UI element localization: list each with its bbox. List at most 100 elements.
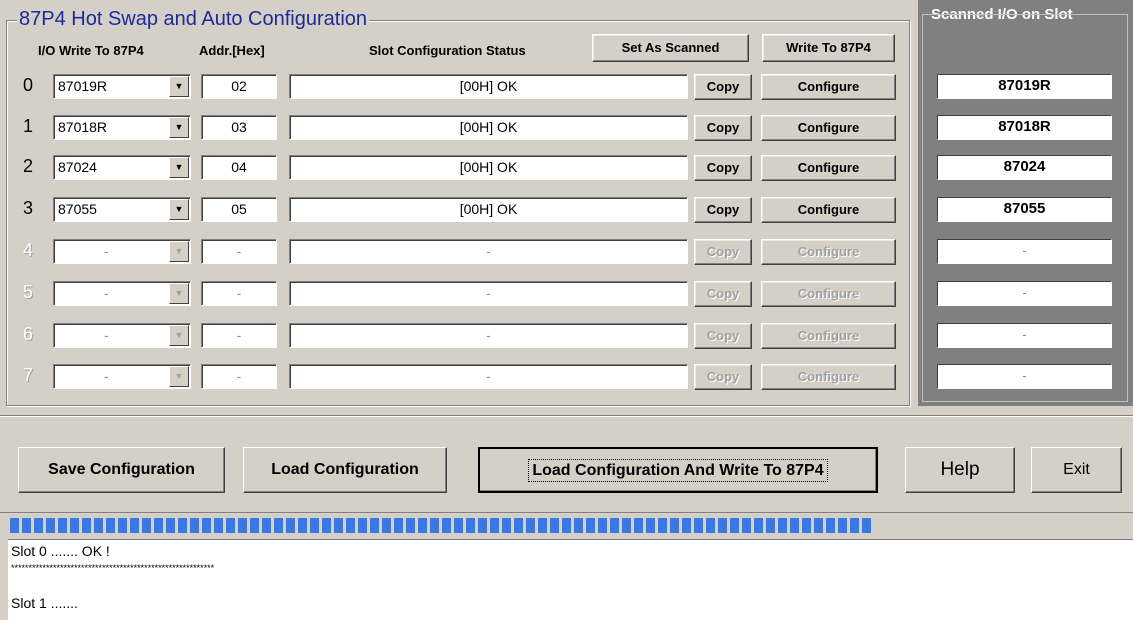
progress-block	[274, 518, 283, 533]
address-field[interactable]: 05	[201, 197, 277, 222]
progress-block	[598, 518, 607, 533]
copy-button[interactable]: Copy	[694, 239, 752, 265]
chevron-down-icon[interactable]: ▼	[169, 283, 189, 304]
chevron-down-icon[interactable]: ▼	[169, 117, 189, 138]
configure-button[interactable]: Configure	[761, 323, 896, 349]
progress-block	[94, 518, 103, 533]
configure-button[interactable]: Configure	[761, 115, 896, 141]
progress-block	[142, 518, 151, 533]
module-select[interactable]: - ▼	[53, 364, 191, 389]
module-select[interactable]: 87055 ▼	[53, 197, 191, 222]
slot-number: 7	[23, 365, 34, 385]
save-configuration-button[interactable]: Save Configuration	[18, 447, 225, 493]
progress-block	[610, 518, 619, 533]
module-select-value: -	[104, 327, 109, 343]
address-field[interactable]: -	[201, 239, 277, 264]
module-select[interactable]: 87024 ▼	[53, 155, 191, 180]
module-select-value: 87019R	[58, 78, 108, 94]
exit-button[interactable]: Exit	[1031, 447, 1122, 493]
progress-block	[514, 518, 523, 533]
address-field[interactable]: 02	[201, 74, 277, 99]
module-select[interactable]: - ▼	[53, 281, 191, 306]
slot-number: 4	[23, 240, 34, 260]
progress-block	[754, 518, 763, 533]
chevron-down-icon[interactable]: ▼	[169, 325, 189, 346]
load-and-write-button[interactable]: Load Configuration And Write To 87P4	[478, 447, 878, 493]
log-line: Slot 1 .......	[11, 595, 78, 611]
copy-button[interactable]: Copy	[694, 323, 752, 349]
status-field: -	[289, 364, 688, 389]
progress-block	[10, 518, 19, 533]
slot-number: 2	[23, 156, 34, 176]
module-select-value: -	[104, 285, 109, 301]
progress-block	[538, 518, 547, 533]
progress-bar	[10, 518, 871, 533]
log-line: ****************************************…	[11, 563, 215, 573]
module-select-value: 87018R	[58, 119, 108, 135]
scanned-slot-value: -	[937, 323, 1112, 348]
address-field[interactable]: 04	[201, 155, 277, 180]
progress-block	[334, 518, 343, 533]
configure-button[interactable]: Configure	[761, 197, 896, 223]
scanned-slot-value: 87024	[937, 155, 1112, 180]
configure-button[interactable]: Configure	[761, 74, 896, 100]
status-field: [00H] OK	[289, 74, 688, 99]
progress-block	[238, 518, 247, 533]
address-field[interactable]: -	[201, 364, 277, 389]
address-field[interactable]: -	[201, 281, 277, 306]
progress-block	[778, 518, 787, 533]
status-field: [00H] OK	[289, 197, 688, 222]
load-configuration-button[interactable]: Load Configuration	[243, 447, 447, 493]
write-to-87p4-button[interactable]: Write To 87P4	[762, 34, 895, 62]
chevron-down-icon[interactable]: ▼	[169, 199, 189, 220]
module-select-value: -	[104, 368, 109, 384]
configure-button[interactable]: Configure	[761, 155, 896, 181]
module-select[interactable]: - ▼	[53, 323, 191, 348]
copy-button[interactable]: Copy	[694, 197, 752, 223]
address-field[interactable]: -	[201, 323, 277, 348]
log-panel: Slot 0 ....... OK ! ********************…	[8, 539, 1133, 620]
set-as-scanned-button[interactable]: Set As Scanned	[592, 34, 749, 62]
progress-block	[742, 518, 751, 533]
copy-button[interactable]: Copy	[694, 74, 752, 100]
progress-block	[118, 518, 127, 533]
progress-block	[250, 518, 259, 533]
progress-block	[418, 518, 427, 533]
configure-button[interactable]: Configure	[761, 281, 896, 307]
module-select[interactable]: - ▼	[53, 239, 191, 264]
progress-block	[682, 518, 691, 533]
module-select[interactable]: 87018R ▼	[53, 115, 191, 140]
progress-block	[730, 518, 739, 533]
chevron-down-icon[interactable]: ▼	[169, 157, 189, 178]
progress-block	[322, 518, 331, 533]
copy-button[interactable]: Copy	[694, 155, 752, 181]
col-header-addr: Addr.[Hex]	[199, 43, 265, 58]
progress-block	[106, 518, 115, 533]
progress-block	[82, 518, 91, 533]
help-button[interactable]: Help	[905, 447, 1015, 493]
copy-button[interactable]: Copy	[694, 281, 752, 307]
progress-block	[622, 518, 631, 533]
address-field[interactable]: 03	[201, 115, 277, 140]
configure-button[interactable]: Configure	[761, 364, 896, 390]
progress-block	[862, 518, 871, 533]
progress-block	[430, 518, 439, 533]
progress-block	[22, 518, 31, 533]
module-select[interactable]: 87019R ▼	[53, 74, 191, 99]
copy-button[interactable]: Copy	[694, 115, 752, 141]
progress-block	[802, 518, 811, 533]
progress-block	[706, 518, 715, 533]
load-and-write-label: Load Configuration And Write To 87P4	[528, 459, 828, 482]
slot-number: 5	[23, 282, 34, 302]
progress-block	[190, 518, 199, 533]
scanned-slot-value: -	[937, 364, 1112, 389]
chevron-down-icon[interactable]: ▼	[169, 241, 189, 262]
chevron-down-icon[interactable]: ▼	[169, 76, 189, 97]
copy-button[interactable]: Copy	[694, 364, 752, 390]
progress-block	[298, 518, 307, 533]
chevron-down-icon[interactable]: ▼	[169, 366, 189, 387]
configure-button[interactable]: Configure	[761, 239, 896, 265]
scanned-slot-value: -	[937, 281, 1112, 306]
progress-block	[130, 518, 139, 533]
status-field: [00H] OK	[289, 155, 688, 180]
